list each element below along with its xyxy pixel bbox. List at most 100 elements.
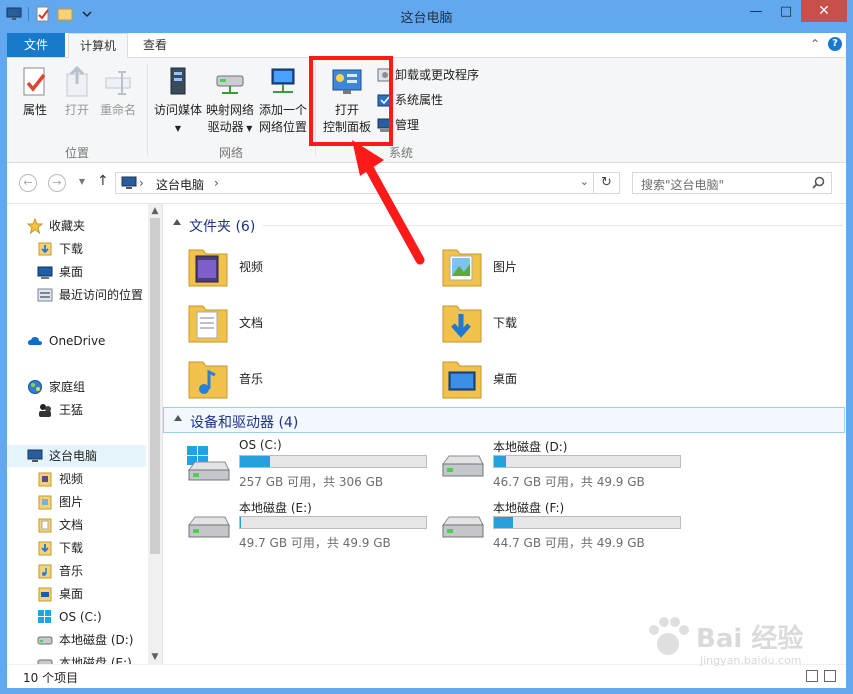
properties-button[interactable]: 属性 [17,66,53,119]
folder-videos[interactable]: 视频 [187,242,387,290]
refresh-button[interactable]: ↻ [594,172,620,194]
map-network-drive-button[interactable]: 映射网络 驱动器 ▼ [205,66,255,137]
scroll-up-icon[interactable]: ▲ [148,204,162,218]
minimize-button[interactable]: — [741,0,771,22]
forward-button[interactable]: → [48,174,66,192]
folder-icon [37,494,53,510]
network-group-label: 网络 [218,146,243,160]
item-count: 10 个项目 [23,671,79,685]
folder-desktop[interactable]: 桌面 [441,354,641,402]
open-button[interactable]: 打开 [59,65,95,119]
nav-item-this-pc[interactable]: 这台电脑 [7,445,146,467]
drive-e[interactable]: 本地磁盘 (E:) 49.7 GB 可用，共 49.9 GB [187,499,447,559]
user-icon [37,402,53,418]
downloads-folder-icon [37,540,53,556]
title-bar: 这台电脑 — □ ✕ [0,0,853,32]
close-button[interactable]: ✕ [801,0,847,22]
search-input[interactable]: 搜索"这台电脑" [632,172,832,194]
navigation-bar: ← → ▼ ↑ › 这台电脑 › ⌄ ↻ 搜索"这台电脑" [7,163,846,204]
tab-view[interactable]: 查看 [131,33,179,57]
tab-file[interactable]: 文件 [7,33,65,57]
network-drive-icon [214,66,246,98]
navigation-pane: 收藏夹 下载 桌面 最近访问的位置 OneDrive 家庭组 王猛 这台电脑 视… [7,204,163,664]
chevron-down-icon: ▼ [174,124,182,133]
folder-music[interactable]: 音乐 [187,354,387,402]
collapse-icon[interactable] [174,415,182,421]
desktop-icon [37,264,53,280]
folder-documents[interactable]: 文档 [187,298,387,346]
drive-icon [187,507,231,543]
ribbon-tab-row: 文件 计算机 查看 ⌃ ? [7,33,846,59]
paw-logo-icon [649,617,689,655]
recent-locations-chevron-icon[interactable]: ▼ [73,174,91,192]
network-location-icon [267,66,299,98]
system-group-label: 系统 [388,146,413,160]
folders-group-header[interactable]: 文件夹 (6) [163,212,843,238]
folder-icon [37,471,53,487]
drive-usage-bar [239,516,427,529]
computer-icon [27,448,43,464]
drive-usage-fill [494,456,506,467]
search-icon [812,176,825,189]
window-title: 这台电脑 [400,11,453,26]
tab-computer[interactable]: 计算机 [68,33,128,59]
recent-places-icon [37,287,53,303]
access-media-button[interactable]: 访问媒体 ▼ [151,66,205,137]
highlight-box [309,56,393,146]
drive-c[interactable]: OS (C:) 257 GB 可用，共 306 GB [187,438,447,498]
drive-icon [37,632,53,648]
window-controls: — □ ✕ [741,0,847,22]
chevron-down-icon: ▼ [243,124,253,133]
pictures-folder-icon [441,242,483,290]
videos-folder-icon [187,242,229,290]
back-button[interactable]: ← [19,174,37,192]
properties-icon [19,66,51,98]
location-group-label: 位置 [64,146,89,160]
help-icon[interactable]: ? [828,37,842,51]
drive-usage-fill [494,517,513,528]
computer-icon [121,176,137,190]
maximize-button[interactable]: □ [771,0,801,22]
drive-usage-bar [493,455,681,468]
drive-d[interactable]: 本地磁盘 (D:) 46.7 GB 可用，共 49.9 GB [441,438,701,498]
drive-usage-fill [240,456,270,467]
group-divider [263,225,843,226]
explorer-window: 这台电脑 — □ ✕ 文件 计算机 查看 ⌃ ? 属性 打开 重命名 位置 访问… [0,0,853,694]
breadcrumb-separator-icon[interactable]: › [139,176,144,190]
windows-drive-icon [37,609,53,625]
chevron-down-icon[interactable]: ⌄ [580,175,589,188]
rename-button[interactable]: 重命名 [98,66,138,119]
drive-usage-bar [239,455,427,468]
drive-usage-bar [493,516,681,529]
homegroup-icon [27,379,43,395]
downloads-folder-icon [441,298,483,346]
folder-icon [37,563,53,579]
breadcrumb-separator-icon[interactable]: › [214,176,219,190]
add-network-location-button[interactable]: 添加一个 网络位置 [257,66,309,136]
downloads-folder-icon [37,241,53,257]
drive-f[interactable]: 本地磁盘 (F:) 44.7 GB 可用，共 49.9 GB [441,499,701,559]
scrollbar-thumb[interactable] [150,218,160,554]
search-placeholder: 搜索"这台电脑" [641,178,725,192]
documents-folder-icon [187,298,229,346]
desktop-folder-icon [441,354,483,402]
scroll-down-icon[interactable]: ▼ [148,650,162,664]
folder-icon [37,586,53,602]
address-bar[interactable]: › 这台电脑 › ⌄ [115,172,594,194]
breadcrumb[interactable]: 这台电脑 [156,176,204,193]
content-pane: 文件夹 (6) 视频 图片 文档 下载 音乐 桌面 设备和驱动器 (4) OS … [163,204,846,664]
cloud-icon [27,333,43,349]
up-button[interactable]: ↑ [97,173,109,189]
drive-icon [441,507,485,543]
collapse-icon[interactable] [173,219,181,225]
media-server-icon [162,66,194,98]
folder-icon [37,517,53,533]
folder-downloads[interactable]: 下载 [441,298,641,346]
star-icon [26,217,44,235]
music-folder-icon [187,354,229,402]
nav-pane-scrollbar[interactable]: ▲ ▼ [148,204,162,664]
drives-group-header[interactable]: 设备和驱动器 (4) [163,407,845,433]
ribbon-collapse-icon[interactable]: ⌃ [810,37,820,51]
folder-pictures[interactable]: 图片 [441,242,641,290]
open-icon [61,65,93,98]
